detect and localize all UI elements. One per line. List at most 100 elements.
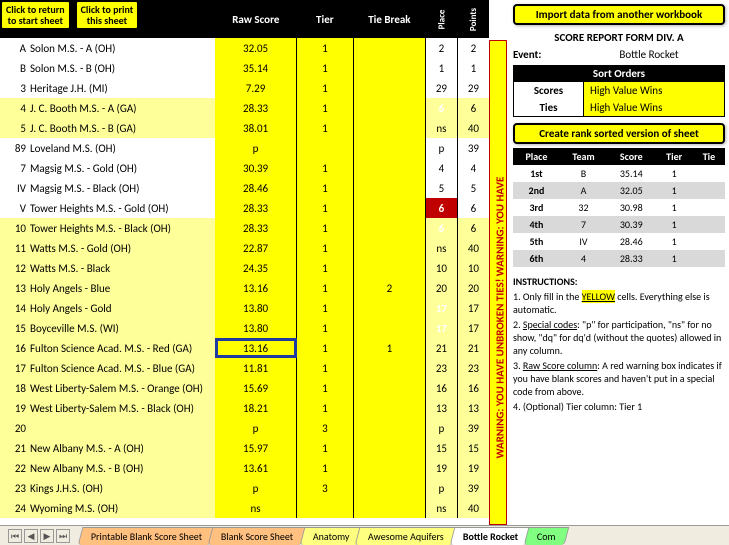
import-button[interactable]: Import data from another workbook [513, 4, 725, 25]
tier-cell[interactable]: 1 [297, 38, 354, 58]
row-name[interactable]: 5J. C. Booth M.S. - B (GA) [0, 118, 215, 138]
tier-cell[interactable]: 3 [297, 478, 354, 498]
row-name[interactable]: 18West Liberty-Salem M.S. - Orange (OH) [0, 378, 215, 398]
raw-score-cell[interactable]: 28.33 [215, 198, 297, 218]
raw-score-cell[interactable]: p [215, 418, 297, 438]
tiebreak-cell[interactable] [353, 118, 425, 138]
row-name[interactable]: 20 [0, 418, 215, 438]
row-name[interactable]: 24Wyoming M.S. (OH) [0, 498, 215, 518]
row-name[interactable]: 10Tower Heights M.S. - Black (OH) [0, 218, 215, 238]
raw-score-cell[interactable]: 7.29 [215, 78, 297, 98]
row-name[interactable]: BSolon M.S. - B (OH) [0, 58, 215, 78]
tier-cell[interactable]: 1 [297, 238, 354, 258]
raw-score-cell[interactable]: 13.80 [215, 298, 297, 318]
tiebreak-cell[interactable] [353, 358, 425, 378]
tab-awesome[interactable]: Awesome Aquifers [355, 527, 458, 545]
tiebreak-cell[interactable] [353, 438, 425, 458]
tiebreak-cell[interactable] [353, 218, 425, 238]
raw-score-cell[interactable]: 28.33 [215, 218, 297, 238]
tiebreak-cell[interactable] [353, 258, 425, 278]
row-name[interactable]: 19West Liberty-Salem M.S. - Black (OH) [0, 398, 215, 418]
row-name[interactable]: 22New Albany M.S. - B (OH) [0, 458, 215, 478]
raw-score-cell[interactable]: 15.97 [215, 438, 297, 458]
tiebreak-cell[interactable] [353, 318, 425, 338]
nav-prev-icon[interactable]: ◀ [24, 529, 38, 543]
tier-cell[interactable]: 1 [297, 278, 354, 298]
tier-cell[interactable]: 1 [297, 118, 354, 138]
tiebreak-cell[interactable] [353, 378, 425, 398]
tier-cell[interactable]: 1 [297, 378, 354, 398]
tier-cell[interactable]: 1 [297, 338, 354, 358]
tier-cell[interactable]: 1 [297, 78, 354, 98]
tiebreak-cell[interactable] [353, 418, 425, 438]
tiebreak-cell[interactable] [353, 38, 425, 58]
tab-bottle[interactable]: Bottle Rocket [450, 527, 532, 545]
row-name[interactable]: 21New Albany M.S. - A (OH) [0, 438, 215, 458]
raw-score-cell[interactable]: 11.81 [215, 358, 297, 378]
sort-scores-value[interactable]: High Value Wins [584, 82, 724, 99]
tier-cell[interactable]: 1 [297, 318, 354, 338]
tier-cell[interactable]: 1 [297, 98, 354, 118]
row-name[interactable]: 3Heritage J.H. (MI) [0, 78, 215, 98]
nav-last-icon[interactable]: ⏭ [56, 529, 70, 543]
raw-score-cell[interactable]: 38.01 [215, 118, 297, 138]
tier-cell[interactable]: 1 [297, 218, 354, 238]
row-name[interactable]: VTower Heights M.S. - Gold (OH) [0, 198, 215, 218]
tiebreak-cell[interactable] [353, 158, 425, 178]
tier-cell[interactable]: 1 [297, 58, 354, 78]
tier-cell[interactable]: 1 [297, 158, 354, 178]
raw-score-cell[interactable]: 13.61 [215, 458, 297, 478]
tier-cell[interactable]: 1 [297, 298, 354, 318]
raw-score-cell[interactable]: 13.80 [215, 318, 297, 338]
tier-cell[interactable]: 1 [297, 458, 354, 478]
tiebreak-cell[interactable] [353, 458, 425, 478]
tier-cell[interactable]: 1 [297, 398, 354, 418]
tiebreak-cell[interactable] [353, 398, 425, 418]
tab-blank[interactable]: Blank Score Sheet [208, 527, 307, 545]
tiebreak-cell[interactable] [353, 98, 425, 118]
raw-score-cell[interactable]: ns [215, 498, 297, 518]
tiebreak-cell[interactable]: 2 [353, 278, 425, 298]
row-name[interactable]: 13Holy Angels - Blue [0, 278, 215, 298]
raw-score-cell[interactable]: 22.87 [215, 238, 297, 258]
row-name[interactable]: IVMagsig M.S. - Black (OH) [0, 178, 215, 198]
raw-score-cell[interactable]: 18.21 [215, 398, 297, 418]
row-name[interactable]: 16Fulton Science Acad. M.S. - Red (GA) [0, 338, 215, 358]
tiebreak-cell[interactable] [353, 498, 425, 518]
tiebreak-cell[interactable] [353, 198, 425, 218]
raw-score-cell[interactable]: 35.14 [215, 58, 297, 78]
raw-score-cell[interactable]: 13.16 [215, 278, 297, 298]
tier-cell[interactable]: 1 [297, 198, 354, 218]
row-name[interactable]: 14Holy Angels - Gold [0, 298, 215, 318]
tiebreak-cell[interactable] [353, 138, 425, 158]
row-name[interactable]: ASolon M.S. - A (OH) [0, 38, 215, 58]
tier-cell[interactable]: 1 [297, 258, 354, 278]
nav-next-icon[interactable]: ▶ [40, 529, 54, 543]
tier-cell[interactable]: 1 [297, 178, 354, 198]
row-name[interactable]: 17Fulton Science Acad. M.S. - Blue (GA) [0, 358, 215, 378]
row-name[interactable]: 11Watts M.S. - Gold (OH) [0, 238, 215, 258]
tab-com[interactable]: Com [524, 527, 569, 545]
row-name[interactable]: 4J. C. Booth M.S. - A (GA) [0, 98, 215, 118]
print-button[interactable]: Click to print this sheet [75, 0, 140, 30]
raw-score-cell[interactable]: p [215, 478, 297, 498]
tiebreak-cell[interactable] [353, 58, 425, 78]
row-name[interactable]: 15Boyceville M.S. (WI) [0, 318, 215, 338]
row-name[interactable]: 12Watts M.S. - Black [0, 258, 215, 278]
raw-score-cell[interactable]: 13.16 [215, 338, 297, 358]
tiebreak-cell[interactable] [353, 478, 425, 498]
raw-score-cell[interactable]: 30.39 [215, 158, 297, 178]
tiebreak-cell[interactable] [353, 178, 425, 198]
raw-score-cell[interactable]: 32.05 [215, 38, 297, 58]
tier-cell[interactable]: 1 [297, 358, 354, 378]
tier-cell[interactable] [297, 498, 354, 518]
tiebreak-cell[interactable] [353, 238, 425, 258]
sort-ties-value[interactable]: High Value Wins [584, 99, 724, 116]
tier-cell[interactable] [297, 138, 354, 158]
return-button[interactable]: Click to return to start sheet [0, 0, 71, 30]
tiebreak-cell[interactable]: 1 [353, 338, 425, 358]
tier-cell[interactable]: 3 [297, 418, 354, 438]
tiebreak-cell[interactable] [353, 298, 425, 318]
raw-score-cell[interactable]: p [215, 138, 297, 158]
nav-first-icon[interactable]: ⏮ [8, 529, 22, 543]
